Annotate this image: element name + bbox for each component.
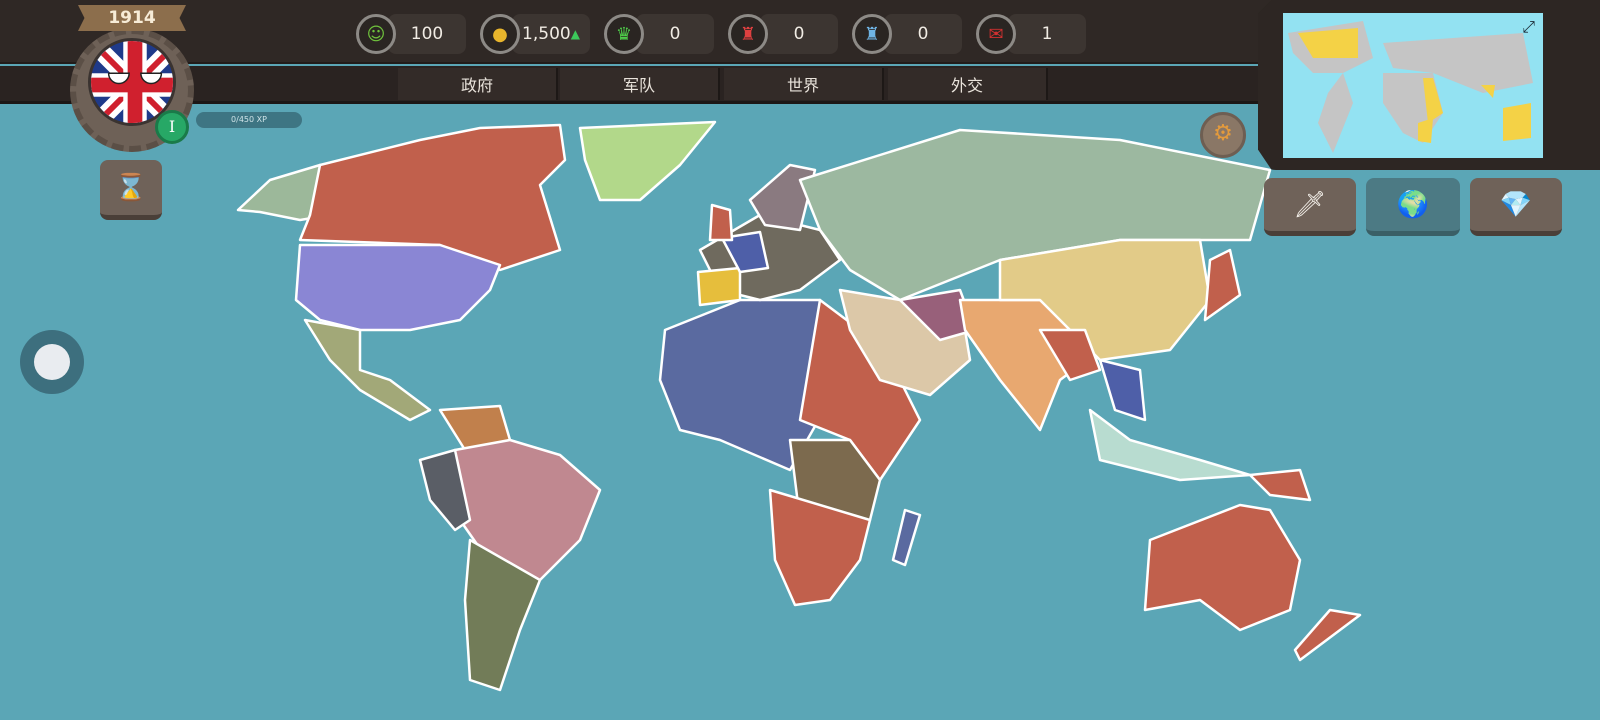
happiness-icon: ☺ [356,14,396,54]
resource-green-crown[interactable]: ♛ 0 [604,12,714,56]
resource-value: 0 [636,14,714,54]
region-greenland [578,120,717,202]
world-button[interactable]: 🌍 [1366,178,1460,236]
resource-blue-crown[interactable]: ♜ 0 [852,12,962,56]
premium-button[interactable]: 💎 [1470,178,1562,236]
blue-crown-icon: ♜ [852,14,892,54]
tab-government[interactable]: 政府 [398,68,558,100]
joystick-knob[interactable] [34,344,70,380]
resource-red-crown[interactable]: ♜ 0 [728,12,838,56]
region-indochina [1098,358,1147,422]
region-madagascar [891,508,922,567]
resource-value: 0 [760,14,838,54]
diamond-icon: 💎 [1499,189,1533,220]
expand-icon[interactable]: ⤢ [1522,17,1535,37]
resource-happiness[interactable]: ☺ 100 [356,12,466,56]
year-banner: 1914 [78,5,186,31]
region-new-guinea [1248,468,1312,502]
region-iberia [696,266,742,307]
globe-icon: 🌍 [1396,189,1430,220]
minimap[interactable]: ⤢ [1283,13,1543,158]
region-mexico [303,318,432,422]
red-crown-icon: ♜ [728,14,768,54]
joystick[interactable] [20,330,84,394]
region-indonesia [1088,408,1252,482]
resource-value: 1 [1008,14,1086,54]
region-australia [1143,503,1302,632]
region-usa [294,243,502,332]
gear-icon: ⚙ [1213,121,1233,146]
history-button[interactable]: ⌛ [100,160,162,220]
resource-gold[interactable]: ● 1,500 ▲ [480,12,590,56]
region-britain [708,203,734,242]
resource-value: 100 [388,14,466,54]
settings-button[interactable]: ⚙ [1200,112,1246,158]
resource-value: 1,500 ▲ [512,14,590,54]
military-button[interactable]: 🗡 [1264,178,1356,236]
tab-world[interactable]: 世界 [724,68,884,100]
tab-military[interactable]: 军队 [560,68,720,100]
xp-bar: 0/450 XP [196,112,302,128]
trend-up-icon: ▲ [570,27,580,41]
region-new-zealand [1293,608,1362,662]
tab-diplomacy[interactable]: 外交 [888,68,1048,100]
region-japan [1203,248,1242,322]
green-crown-icon: ♛ [604,14,644,54]
resource-diplomacy[interactable]: ✉ 1 [976,12,1086,56]
diplomacy-letter-icon: ✉ [976,14,1016,54]
level-badge: I [155,110,189,144]
gold-coins-icon: ● [480,14,520,54]
resource-value: 0 [884,14,962,54]
gold-value: 1,500 [522,24,571,44]
sword-icon: 🗡 [1293,189,1327,220]
scroll-history-icon: ⌛ [114,172,148,203]
